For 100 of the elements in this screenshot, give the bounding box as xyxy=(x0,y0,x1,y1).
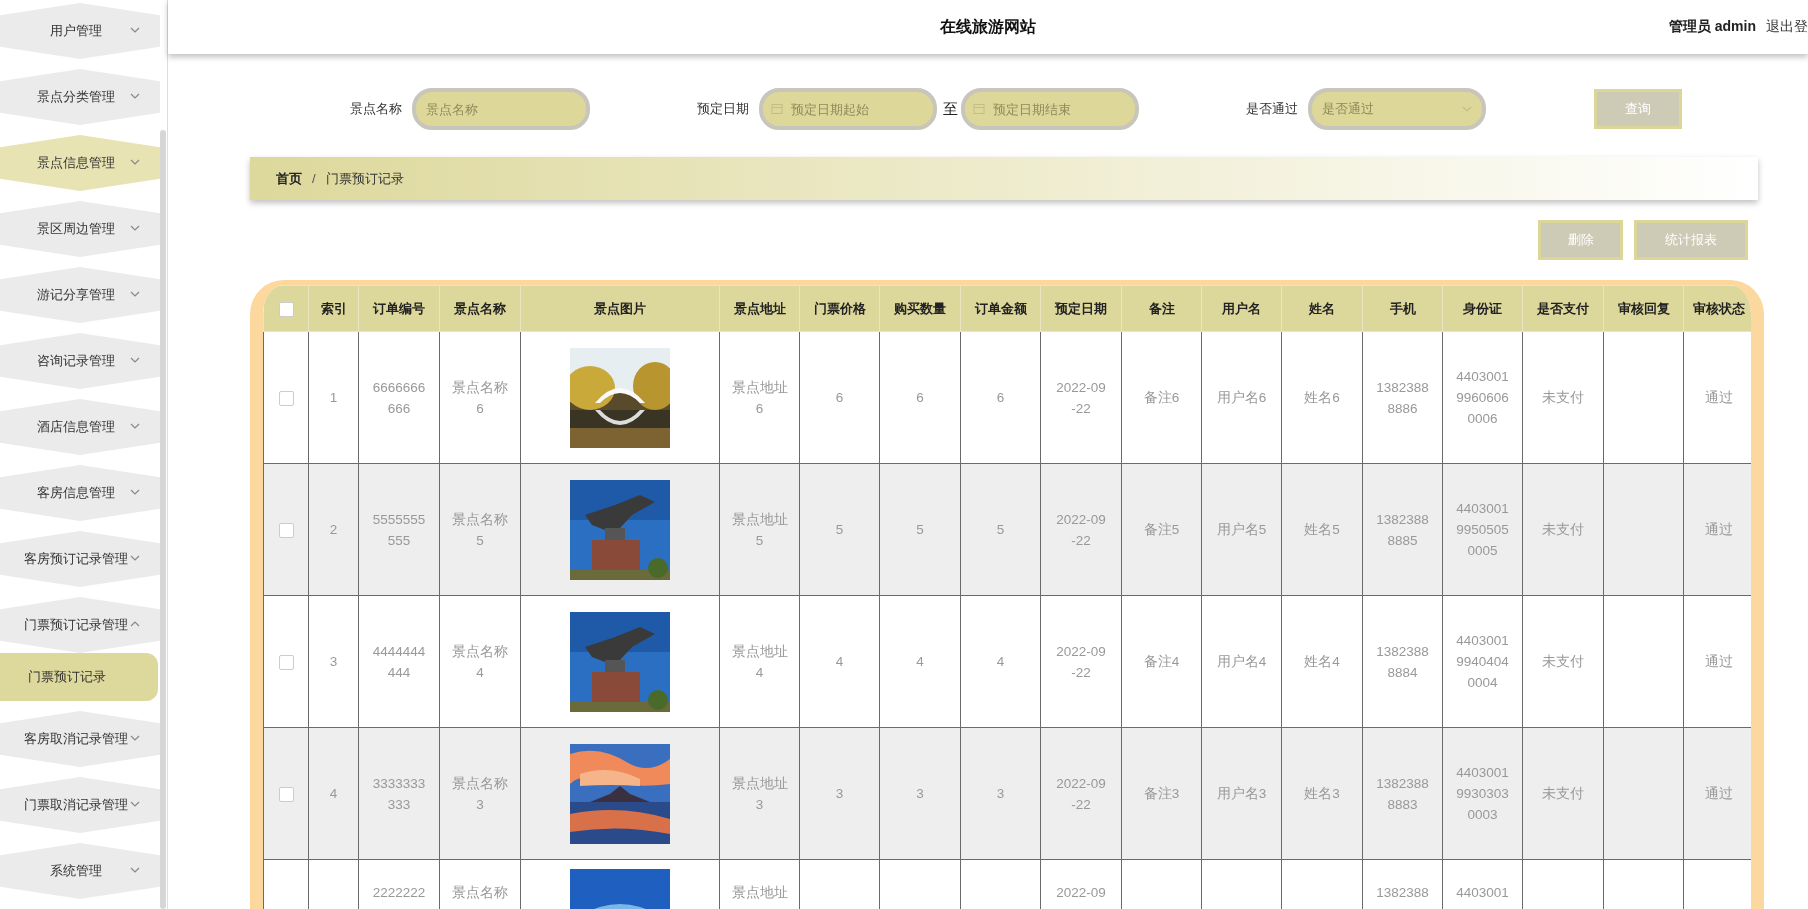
column-header: 审核状态 xyxy=(1693,300,1745,316)
index-cell: 3 xyxy=(329,654,338,669)
menu-item[interactable]: 客房预订记录管理 xyxy=(0,531,160,587)
id-card-cell: 440300199303030003 xyxy=(1456,765,1509,822)
chevron-icon xyxy=(130,225,140,231)
date-cell: 2022-09-22 xyxy=(1056,379,1106,416)
spot-name-cell: 景点名称5 xyxy=(452,511,508,548)
breadcrumb-item[interactable]: 首页 xyxy=(276,169,302,188)
date-cell: 2022-09-22 xyxy=(1056,643,1106,680)
calendar-icon xyxy=(973,103,985,115)
column-header: 是否支付 xyxy=(1537,300,1589,316)
date-cell: 2022-09-22 xyxy=(1056,775,1106,812)
menu-item[interactable]: 客房取消记录管理 xyxy=(0,711,160,767)
name-cell: 姓名5 xyxy=(1304,522,1340,537)
username-cell: 用户名4 xyxy=(1216,654,1267,669)
column-header: 身份证 xyxy=(1463,300,1502,316)
index-cell: 1 xyxy=(329,390,338,405)
chevron-icon xyxy=(1462,106,1472,112)
quantity-cell: 4 xyxy=(916,654,924,669)
payment-cell: 未支付 xyxy=(1542,654,1584,669)
calendar-icon xyxy=(771,103,783,115)
order-number-cell: 5555555555 xyxy=(372,511,426,548)
id-card-cell: 440300199505050005 xyxy=(1456,501,1509,558)
breadcrumb-separator: / xyxy=(312,171,316,186)
chevron-icon xyxy=(130,621,140,627)
column-header: 门票价格 xyxy=(813,300,866,316)
date-cell: 2022-09 xyxy=(1056,885,1106,900)
column-header: 审核回复 xyxy=(1617,300,1670,316)
column-header: 订单金额 xyxy=(974,300,1027,316)
menu-item[interactable]: 景点分类管理 xyxy=(0,69,160,125)
menu-item[interactable]: 咨询记录管理 xyxy=(0,333,160,389)
spot-name-cell: 景点名称4 xyxy=(452,643,508,680)
price-cell: 6 xyxy=(835,390,844,405)
amount-cell: 6 xyxy=(996,390,1005,405)
range-separator: 至 xyxy=(943,99,958,119)
spot-name-cell: 景点名称 xyxy=(452,885,508,900)
site-title: 在线旅游网站 xyxy=(940,16,1036,37)
submenu-item[interactable]: 门票预订记录 xyxy=(0,653,158,701)
menu-item[interactable]: 用户管理 xyxy=(0,3,160,59)
checkbox[interactable] xyxy=(278,301,294,317)
checkbox[interactable] xyxy=(278,654,294,670)
menu-item[interactable]: 门票预订记录管理 xyxy=(0,597,160,653)
column-header: 用户名 xyxy=(1222,300,1261,316)
note-cell: 备注3 xyxy=(1143,786,1180,801)
address-cell: 景点地址6 xyxy=(731,379,788,416)
menu-item[interactable]: 游记分享管理 xyxy=(0,267,160,323)
menu-item[interactable]: 酒店信息管理 xyxy=(0,399,160,455)
status-cell: 通过 xyxy=(1705,654,1733,669)
amount-cell: 5 xyxy=(996,522,1005,537)
payment-cell: 未支付 xyxy=(1542,522,1584,537)
index-cell: 4 xyxy=(329,786,338,801)
order-number-cell: 3333333333 xyxy=(372,775,426,812)
menu-item[interactable]: 景区周边管理 xyxy=(0,201,160,257)
name-cell: 姓名6 xyxy=(1304,390,1340,405)
column-header: 订单编号 xyxy=(373,300,425,316)
username-cell: 用户名3 xyxy=(1216,786,1267,801)
field-label: 景点名称 xyxy=(350,100,402,118)
amount-cell: 3 xyxy=(996,786,1005,801)
column-header: 备注 xyxy=(1148,300,1175,316)
chevron-icon xyxy=(130,489,140,495)
column-header: 姓名 xyxy=(1309,300,1335,316)
checkbox[interactable] xyxy=(278,390,294,406)
menu-item[interactable]: 景点信息管理 xyxy=(0,135,160,191)
date-field[interactable]: 预定日期起始 xyxy=(759,88,937,130)
order-number-cell: 2222222 xyxy=(372,885,426,900)
column-header: 景点地址 xyxy=(733,300,786,316)
id-card-cell: 4403001 xyxy=(1456,885,1509,900)
address-cell: 景点地址5 xyxy=(731,511,788,548)
price-cell: 4 xyxy=(835,654,844,669)
note-cell: 备注6 xyxy=(1143,390,1180,405)
quantity-cell: 6 xyxy=(916,390,924,405)
user-label: 管理员 admin xyxy=(1668,18,1756,36)
menu-item[interactable]: 系统管理 xyxy=(0,843,160,899)
search-field[interactable]: 景点名称 xyxy=(412,88,590,130)
breadcrumb-item: 门票预订记录 xyxy=(325,169,404,188)
chevron-icon xyxy=(130,555,140,561)
field-label: 是否通过 xyxy=(1246,100,1298,118)
chevron-icon xyxy=(130,93,140,99)
price-cell: 3 xyxy=(835,786,844,801)
date-field[interactable]: 预定日期结束 xyxy=(961,88,1139,130)
payment-cell: 未支付 xyxy=(1542,786,1584,801)
note-cell: 备注4 xyxy=(1143,654,1180,669)
order-number-cell: 6666666666 xyxy=(372,379,426,416)
quantity-cell: 5 xyxy=(916,522,924,537)
menu-item[interactable]: 客房信息管理 xyxy=(0,465,160,521)
scrollbar[interactable] xyxy=(160,130,166,909)
logout-link[interactable]: 退出登 xyxy=(1766,18,1808,36)
amount-cell: 4 xyxy=(996,654,1005,669)
phone-cell: 13823888883 xyxy=(1376,775,1429,812)
menu-item[interactable]: 门票取消记录管理 xyxy=(0,777,160,833)
quantity-cell: 3 xyxy=(916,786,924,801)
status-cell: 通过 xyxy=(1705,522,1733,537)
checkbox[interactable] xyxy=(278,522,294,538)
chevron-icon xyxy=(130,801,140,807)
column-header: 购买数量 xyxy=(894,300,946,316)
price-cell: 5 xyxy=(835,522,844,537)
address-cell: 景点地址 xyxy=(731,885,788,900)
status-cell: 通过 xyxy=(1705,390,1733,405)
checkbox[interactable] xyxy=(278,786,294,802)
phone-cell: 13823888885 xyxy=(1376,511,1429,548)
